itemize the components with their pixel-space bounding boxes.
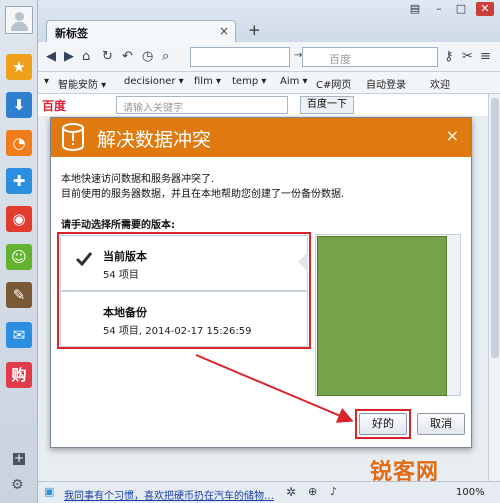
choose-version-label: 请手动选择所需要的版本: (61, 220, 175, 231)
menu-icon[interactable]: ≡ (480, 49, 491, 64)
database-icon (62, 123, 84, 151)
shopping-icon[interactable]: 购 (6, 362, 32, 388)
version-current[interactable]: 当前版本 54 项目 (60, 235, 308, 291)
cancel-button[interactable]: 取消 (417, 413, 465, 435)
network-icon[interactable]: ⊕ (308, 485, 317, 498)
refresh-icon[interactable]: ↻ (102, 49, 113, 64)
news-icon: ▣ (44, 485, 55, 498)
preview-image (317, 236, 447, 396)
back-icon[interactable]: ◀ (46, 49, 56, 64)
bookmark-item[interactable]: film ▾ (194, 76, 221, 87)
undo-icon[interactable]: ↶ (122, 49, 133, 64)
status-news-link[interactable]: 我同事有个习惯，喜欢把硬币扔在汽车的储物… (64, 487, 274, 502)
gear-icon[interactable]: ⚙ (11, 477, 24, 493)
rss-icon[interactable]: ◔ (6, 130, 32, 156)
version-list: 当前版本 54 项目 本地备份 54 项目, 2014-02-17 15:26:… (57, 232, 311, 349)
version-title: 当前版本 (103, 250, 147, 263)
page-scrollbar[interactable] (488, 94, 500, 481)
bookmark-item[interactable]: 欢迎 (430, 76, 450, 91)
check-icon (75, 252, 93, 267)
notes-icon[interactable]: ✎ (6, 282, 32, 308)
dialog-message-line1: 本地快速访问数据和服务器冲突了. (61, 174, 215, 185)
skin-icon[interactable]: ▤ (406, 2, 424, 15)
search-small-icon[interactable]: ⌕ (162, 49, 169, 64)
scroll-thumb[interactable] (491, 98, 499, 358)
nav-bar: ◀ ▶ ⌂ ↻ ↶ ◷ ⌕ → 百度 ⚷ ✂ ≡ (38, 42, 500, 72)
search-input[interactable]: 百度 (302, 47, 438, 67)
minimize-icon[interactable]: – (430, 2, 448, 15)
bookmark-item[interactable]: decisioner ▾ (124, 76, 184, 87)
mail-icon[interactable]: ✉ (6, 322, 32, 348)
app-sidebar: ★ ⬇ ◔ ✚ ◉ ☺ ✎ ✉ 购 + ⚙ (0, 0, 38, 503)
tab-new-tab[interactable]: 新标签 × (46, 20, 236, 43)
version-detail: 54 项目 (103, 270, 139, 281)
add-icon[interactable]: + (13, 452, 25, 465)
ok-button[interactable]: 好的 (359, 413, 407, 435)
address-bar[interactable] (190, 47, 290, 67)
preview-scrollbar[interactable] (448, 235, 460, 395)
tab-title: 新标签 (55, 27, 88, 40)
key-icon[interactable]: ⚷ (444, 49, 454, 64)
watermark: 锐客网 (370, 460, 440, 485)
conflict-dialog: 解决数据冲突 × 本地快速访问数据和服务器冲突了. 目前使用的服务器数据，并且在… (50, 117, 472, 448)
bookmarks-bar: ▾ 智能安防 ▾ decisioner ▾ film ▾ temp ▾ Aim … (38, 72, 500, 94)
avatar-icon[interactable] (5, 6, 33, 34)
bookmark-item[interactable]: 智能安防 ▾ (58, 76, 106, 91)
bookmarks-toggle-icon[interactable]: ▾ (44, 76, 49, 87)
page-header: 百度 请输入关键字 百度一下 (38, 94, 488, 116)
bookmark-item[interactable]: 自动登录 (366, 76, 406, 91)
new-tab-button[interactable]: + (248, 21, 261, 39)
scissors-icon[interactable]: ✂ (462, 49, 473, 64)
dialog-header: 解决数据冲突 × (51, 118, 471, 157)
download-icon[interactable]: ⬇ (6, 92, 32, 118)
gamepad-icon[interactable]: ✚ (6, 168, 32, 194)
version-title: 本地备份 (103, 306, 147, 319)
page-logo[interactable]: 百度 (42, 97, 66, 114)
bookmark-item[interactable]: temp ▾ (232, 76, 266, 87)
close-window-icon[interactable]: ✕ (476, 2, 494, 16)
page-search-input[interactable]: 请输入关键字 (116, 96, 288, 114)
weibo-icon[interactable]: ◉ (6, 206, 32, 232)
smiley-icon[interactable]: ☺ (6, 244, 32, 270)
version-detail: 54 项目, 2014-02-17 15:26:59 (103, 326, 252, 337)
bookmark-item[interactable]: C#网页 (316, 76, 351, 91)
version-local-backup[interactable]: 本地备份 54 项目, 2014-02-17 15:26:59 (60, 291, 308, 347)
history-icon[interactable]: ◷ (142, 49, 153, 64)
tab-close-icon[interactable]: × (219, 24, 229, 38)
home-icon[interactable]: ⌂ (82, 49, 90, 64)
version-preview (315, 234, 461, 396)
tools-icon[interactable]: ✲ (286, 485, 296, 499)
selected-pointer (298, 252, 308, 272)
maximize-icon[interactable]: □ (452, 2, 470, 15)
forward-icon[interactable]: ▶ (64, 49, 74, 64)
bookmark-item[interactable]: Aim ▾ (280, 76, 308, 87)
dialog-title: 解决数据冲突 (97, 129, 212, 151)
dialog-message-line2: 目前使用的服务器数据，并且在本地帮助您创建了一份备份数据. (61, 189, 345, 200)
star-icon[interactable]: ★ (6, 54, 32, 80)
zoom-level[interactable]: 100% (456, 487, 485, 498)
page-search-button[interactable]: 百度一下 (300, 96, 354, 114)
title-bar: 新标签 × + ▤ – □ ✕ (38, 0, 500, 43)
dialog-close-icon[interactable]: × (446, 126, 459, 145)
speaker-icon[interactable]: ♪ (330, 485, 337, 498)
